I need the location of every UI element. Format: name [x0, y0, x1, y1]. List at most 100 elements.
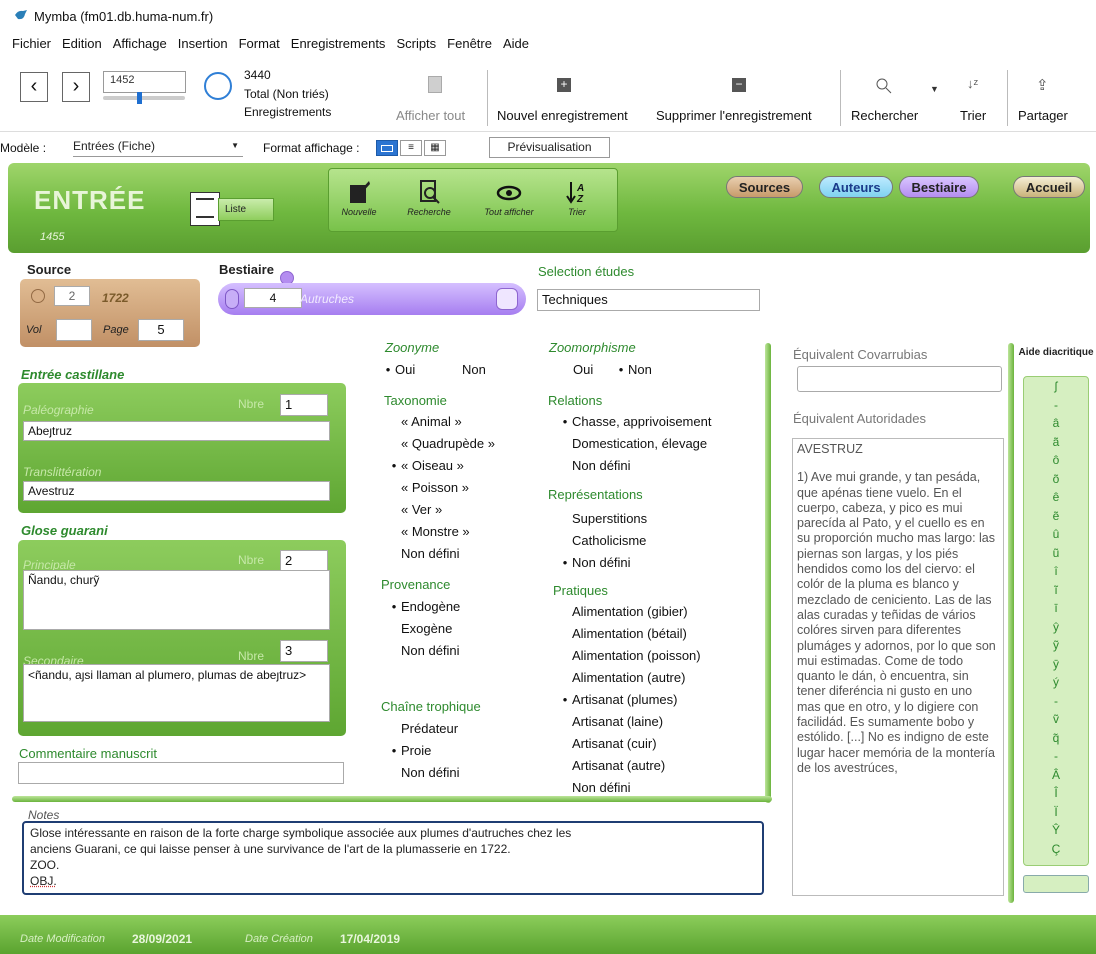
secondaire-field[interactable]: <ñandu, aȷsi llaman al plumero, plumas d…	[23, 664, 330, 722]
vol-field[interactable]	[56, 319, 92, 341]
castillane-nbre-field[interactable]: 1	[280, 394, 328, 416]
transliteration-field[interactable]: Avestruz	[23, 481, 330, 501]
diacritic-char-button[interactable]: -	[1024, 398, 1088, 412]
zoomorphisme-oui-radio[interactable]: Oui	[559, 362, 593, 377]
diacritic-char-button[interactable]: Ç	[1024, 842, 1088, 856]
principale-nbre-field[interactable]: 2	[280, 550, 328, 572]
taxonomie-poisson-radio[interactable]: « Poisson »	[387, 480, 469, 495]
pratiques-art-plumes-radio[interactable]: • Artisanat (plumes)	[558, 692, 678, 707]
repr-catholicisme-radio[interactable]: Catholicisme	[558, 533, 646, 548]
taxonomie-animal-radio[interactable]: « Animal »	[387, 414, 462, 429]
page-field[interactable]: 5	[138, 319, 184, 341]
commentaire-field[interactable]	[18, 762, 344, 784]
diacritic-char-button[interactable]: ũ	[1024, 546, 1088, 560]
zoonyme-non-radio[interactable]: Non	[462, 362, 486, 377]
taxonomie-ver-radio[interactable]: « Ver »	[387, 502, 442, 517]
bestiaire-number[interactable]: 4	[244, 288, 302, 308]
diacritic-char-button[interactable]: ã	[1024, 435, 1088, 449]
pratiques-alim-gibier-radio[interactable]: Alimentation (gibier)	[558, 604, 688, 619]
menu-scripts[interactable]: Scripts	[396, 36, 436, 51]
diacritic-char-button[interactable]: ȳ	[1024, 657, 1088, 671]
diacritic-char-button[interactable]: ý	[1024, 675, 1088, 689]
menu-edition[interactable]: Edition	[62, 36, 102, 51]
diacritic-char-button[interactable]: q̃	[1024, 731, 1088, 745]
pratiques-art-autre-radio[interactable]: Artisanat (autre)	[558, 758, 665, 773]
relations-chasse-radio[interactable]: • Chasse, apprivoisement	[558, 414, 712, 429]
secondaire-nbre-field[interactable]: 3	[280, 640, 328, 662]
diacritic-char-button[interactable]: -	[1024, 749, 1088, 763]
autoridades-field[interactable]: AVESTRUZ 1) Ave mui grande, y tan pesáda…	[792, 438, 1004, 896]
previous-record-button[interactable]: ‹	[20, 72, 48, 102]
nav-bestiaire-button[interactable]: Bestiaire	[899, 176, 979, 198]
list-view-icon[interactable]: ≡	[400, 140, 422, 156]
bestiaire-toggle[interactable]	[225, 289, 239, 309]
provenance-exogene-radio[interactable]: Exogène	[387, 621, 452, 636]
menu-fenetre[interactable]: Fenêtre	[447, 36, 492, 51]
sort-button[interactable]: Trier	[960, 108, 986, 123]
diacritic-char-button[interactable]: Î	[1024, 786, 1088, 800]
chaine-proie-radio[interactable]: • Proie	[387, 743, 432, 758]
menu-insertion[interactable]: Insertion	[178, 36, 228, 51]
taxonomie-quadrupede-radio[interactable]: « Quadrupède »	[387, 436, 495, 451]
covarrubias-field[interactable]	[797, 366, 1002, 392]
repr-superstitions-radio[interactable]: Superstitions	[558, 511, 647, 526]
repr-nondefini-radio[interactable]: • Non défini	[558, 555, 631, 570]
diacritic-char-button[interactable]: õ	[1024, 472, 1088, 486]
diacritic-char-button[interactable]: Â	[1024, 768, 1088, 782]
diacritic-char-button[interactable]: -	[1024, 694, 1088, 708]
menu-affichage[interactable]: Affichage	[113, 36, 167, 51]
record-slider[interactable]	[103, 92, 185, 104]
record-number-input[interactable]: 1452	[103, 71, 186, 93]
sort-tool-button[interactable]: A Z Trier	[547, 179, 607, 217]
relations-domestication-radio[interactable]: Domestication, élevage	[558, 436, 707, 451]
diacritic-char-button[interactable]: ỹ	[1024, 638, 1088, 652]
search-button[interactable]: Rechercher	[851, 108, 918, 123]
diacritic-char-button[interactable]: û	[1024, 527, 1088, 541]
source-number[interactable]: 2	[54, 286, 90, 306]
taxonomie-nondefini-radio[interactable]: Non défini	[387, 546, 460, 561]
principale-field[interactable]: Ñandu, churỹ	[23, 570, 330, 630]
pratiques-nondefini-radio[interactable]: Non défini	[558, 780, 631, 795]
show-all-tool-button[interactable]: Tout afficher	[474, 179, 544, 217]
provenance-endogene-radio[interactable]: • Endogène	[387, 599, 461, 614]
diacritic-char-button[interactable]: ī	[1024, 601, 1088, 615]
provenance-nondefini-radio[interactable]: Non défini	[387, 643, 460, 658]
diacritic-char-button[interactable]: ê	[1024, 490, 1088, 504]
pratiques-art-cuir-radio[interactable]: Artisanat (cuir)	[558, 736, 657, 751]
diacritic-char-button[interactable]: Ŷ	[1024, 823, 1088, 837]
diacritic-char-button[interactable]: ṽ	[1024, 712, 1088, 726]
nav-sources-button[interactable]: Sources	[726, 176, 803, 198]
pratiques-alim-autre-radio[interactable]: Alimentation (autre)	[558, 670, 685, 685]
etudes-field[interactable]: Techniques	[537, 289, 760, 311]
bestiaire-square-button[interactable]	[496, 288, 518, 310]
menu-format[interactable]: Format	[239, 36, 280, 51]
diacritic-char-button[interactable]: ô	[1024, 453, 1088, 467]
slider-thumb[interactable]	[137, 92, 142, 104]
diacritic-char-button[interactable]: â	[1024, 416, 1088, 430]
search-tool-button[interactable]: Recherche	[399, 179, 459, 217]
chaine-predateur-radio[interactable]: Prédateur	[387, 721, 458, 736]
diacritic-char-button[interactable]: Ï	[1024, 805, 1088, 819]
chaine-nondefini-radio[interactable]: Non défini	[387, 765, 460, 780]
chevron-down-icon[interactable]: ▼	[930, 84, 939, 94]
diacritic-char-button[interactable]: ʃ	[1024, 379, 1088, 393]
pratiques-alim-betail-radio[interactable]: Alimentation (bétail)	[558, 626, 687, 641]
relations-nondefini-radio[interactable]: Non défini	[558, 458, 631, 473]
show-all-button[interactable]: Afficher tout	[396, 108, 465, 123]
diacritic-char-button[interactable]: ŷ	[1024, 620, 1088, 634]
pratiques-alim-poisson-radio[interactable]: Alimentation (poisson)	[558, 648, 701, 663]
taxonomie-oiseau-radio[interactable]: • « Oiseau »	[387, 458, 464, 473]
new-tool-button[interactable]: Nouvelle	[329, 179, 389, 217]
new-record-button[interactable]: Nouvel enregistrement	[497, 108, 628, 123]
preview-button[interactable]: Prévisualisation	[489, 137, 610, 158]
table-view-icon[interactable]: ▦	[424, 140, 446, 156]
next-record-button[interactable]: ›	[62, 72, 90, 102]
share-button[interactable]: Partager	[1018, 108, 1068, 123]
delete-record-button[interactable]: Supprimer l'enregistrement	[656, 108, 812, 123]
nav-auteurs-button[interactable]: Auteurs	[819, 176, 893, 198]
menu-fichier[interactable]: Fichier	[12, 36, 51, 51]
paleography-field[interactable]: Abeȷtruz	[23, 421, 330, 441]
form-view-icon[interactable]	[376, 140, 398, 156]
nav-accueil-button[interactable]: Accueil	[1013, 176, 1085, 198]
menu-aide[interactable]: Aide	[503, 36, 529, 51]
